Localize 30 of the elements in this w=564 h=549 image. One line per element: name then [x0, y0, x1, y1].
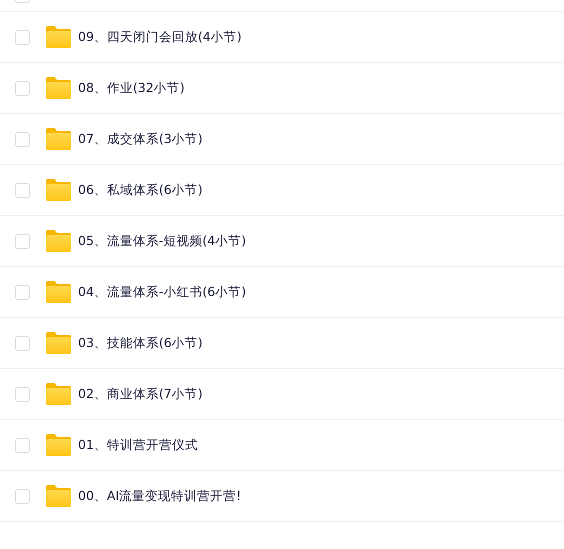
checkbox[interactable]	[15, 488, 30, 504]
folder-icon	[46, 128, 71, 150]
folder-icon	[46, 332, 71, 354]
folder-name[interactable]: 07、成交体系(3小节)	[78, 130, 203, 148]
checkbox[interactable]	[15, 336, 30, 350]
folder-icon	[46, 230, 71, 252]
checkbox[interactable]	[15, 182, 30, 198]
folder-name[interactable]: 00、AI流量变现特训营开营!	[78, 488, 242, 504]
checkbox[interactable]	[15, 386, 30, 402]
checkbox[interactable]	[15, 234, 30, 248]
folder-icon	[46, 77, 71, 99]
folder-icon	[46, 179, 71, 201]
folder-name[interactable]: 02、商业体系(7小节)	[78, 386, 203, 402]
folder-name[interactable]: 08、作业(32小节)	[78, 80, 185, 96]
folder-name[interactable]: 05、流量体系-短视频(4小节)	[78, 232, 246, 250]
checkbox[interactable]	[15, 80, 30, 96]
folder-name[interactable]: 04、流量体系-小红书(6小节)	[78, 284, 246, 300]
checkbox[interactable]	[15, 284, 30, 300]
folder-name[interactable]: 06、私域体系(6小节)	[78, 182, 203, 198]
checkbox[interactable]	[15, 132, 30, 146]
checkbox[interactable]	[15, 30, 30, 44]
folder-name[interactable]: 03、技能体系(6小节)	[78, 334, 203, 352]
folder-icon	[46, 281, 71, 303]
folder-icon	[46, 485, 71, 507]
folder-name[interactable]: 01、特训营开营仪式	[78, 436, 198, 454]
checkbox[interactable]	[15, 438, 30, 452]
folder-icon	[46, 383, 71, 405]
folder-icon	[46, 26, 71, 48]
folder-name[interactable]: 09、四天闭门会回放(4小节)	[78, 28, 242, 46]
folder-icon	[46, 434, 71, 456]
